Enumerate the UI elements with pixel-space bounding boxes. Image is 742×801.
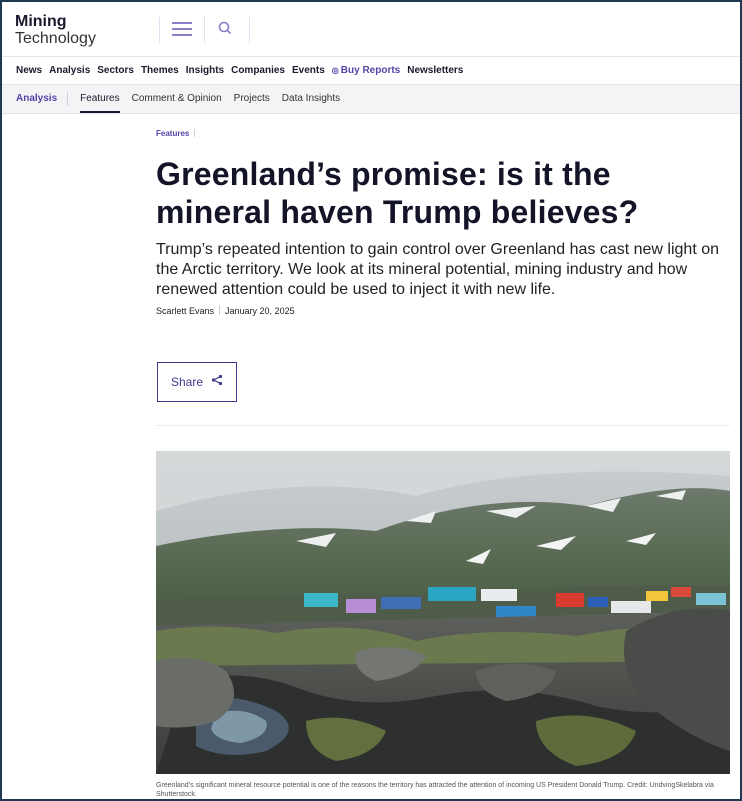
article-hero-image: [156, 451, 730, 774]
article: Features Greenland’s promise: is it the …: [156, 122, 734, 426]
nav-companies[interactable]: Companies: [231, 57, 285, 84]
nav-news[interactable]: News: [16, 57, 42, 84]
share-icon: [211, 373, 223, 391]
nav-buy-reports-label: Buy Reports: [340, 65, 401, 76]
nav-insights[interactable]: Insights: [186, 57, 224, 84]
section-sub-nav: Analysis Features Comment & Opinion Proj…: [2, 85, 740, 114]
author-link[interactable]: Scarlett Evans: [156, 306, 214, 316]
nav-newsletters[interactable]: Newsletters: [407, 57, 463, 84]
search-icon[interactable]: [215, 18, 237, 40]
subnav-features[interactable]: Features: [80, 85, 121, 113]
share-button[interactable]: Share: [157, 362, 237, 402]
logo-line-1: Mining: [15, 13, 67, 30]
subnav-comment-opinion[interactable]: Comment & Opinion: [132, 85, 222, 113]
byline-divider: [219, 305, 221, 315]
byline: Scarlett Evans January 20, 2025: [156, 305, 734, 316]
content-divider: [156, 425, 730, 426]
nav-sectors[interactable]: Sectors: [97, 57, 134, 84]
publish-date: January 20, 2025: [225, 306, 295, 316]
nav-events[interactable]: Events: [292, 57, 325, 84]
article-standfirst: Trump’s repeated intention to gain contr…: [156, 241, 719, 298]
browser-page: Mining Technology News Analysis Sectors …: [2, 2, 740, 799]
article-title: Greenland’s promise: is it the mineral h…: [156, 156, 639, 230]
logo-line-2: Technology: [15, 30, 96, 47]
subnav-projects[interactable]: Projects: [234, 85, 270, 113]
buy-reports-icon: ◎: [331, 66, 339, 75]
header-divider: [204, 17, 205, 43]
site-header: Mining Technology: [2, 2, 740, 57]
image-caption: Greenland’s significant mineral resource…: [156, 782, 714, 798]
primary-nav: News Analysis Sectors Themes Insights Co…: [2, 57, 740, 85]
header-divider: [159, 17, 160, 43]
kicker-label: Features: [156, 129, 190, 138]
subnav-analysis[interactable]: Analysis: [16, 92, 69, 106]
share-label: Share: [170, 375, 204, 389]
hamburger-menu-icon[interactable]: [170, 19, 194, 41]
kicker-divider: [194, 129, 196, 137]
nav-buy-reports[interactable]: ◎ Buy Reports: [332, 57, 400, 84]
site-logo[interactable]: Mining Technology: [15, 13, 96, 47]
subnav-data-insights[interactable]: Data Insights: [282, 85, 340, 113]
article-kicker[interactable]: Features: [156, 129, 734, 138]
header-divider: [249, 17, 250, 43]
nav-analysis[interactable]: Analysis: [49, 57, 90, 84]
nav-themes[interactable]: Themes: [141, 57, 179, 84]
